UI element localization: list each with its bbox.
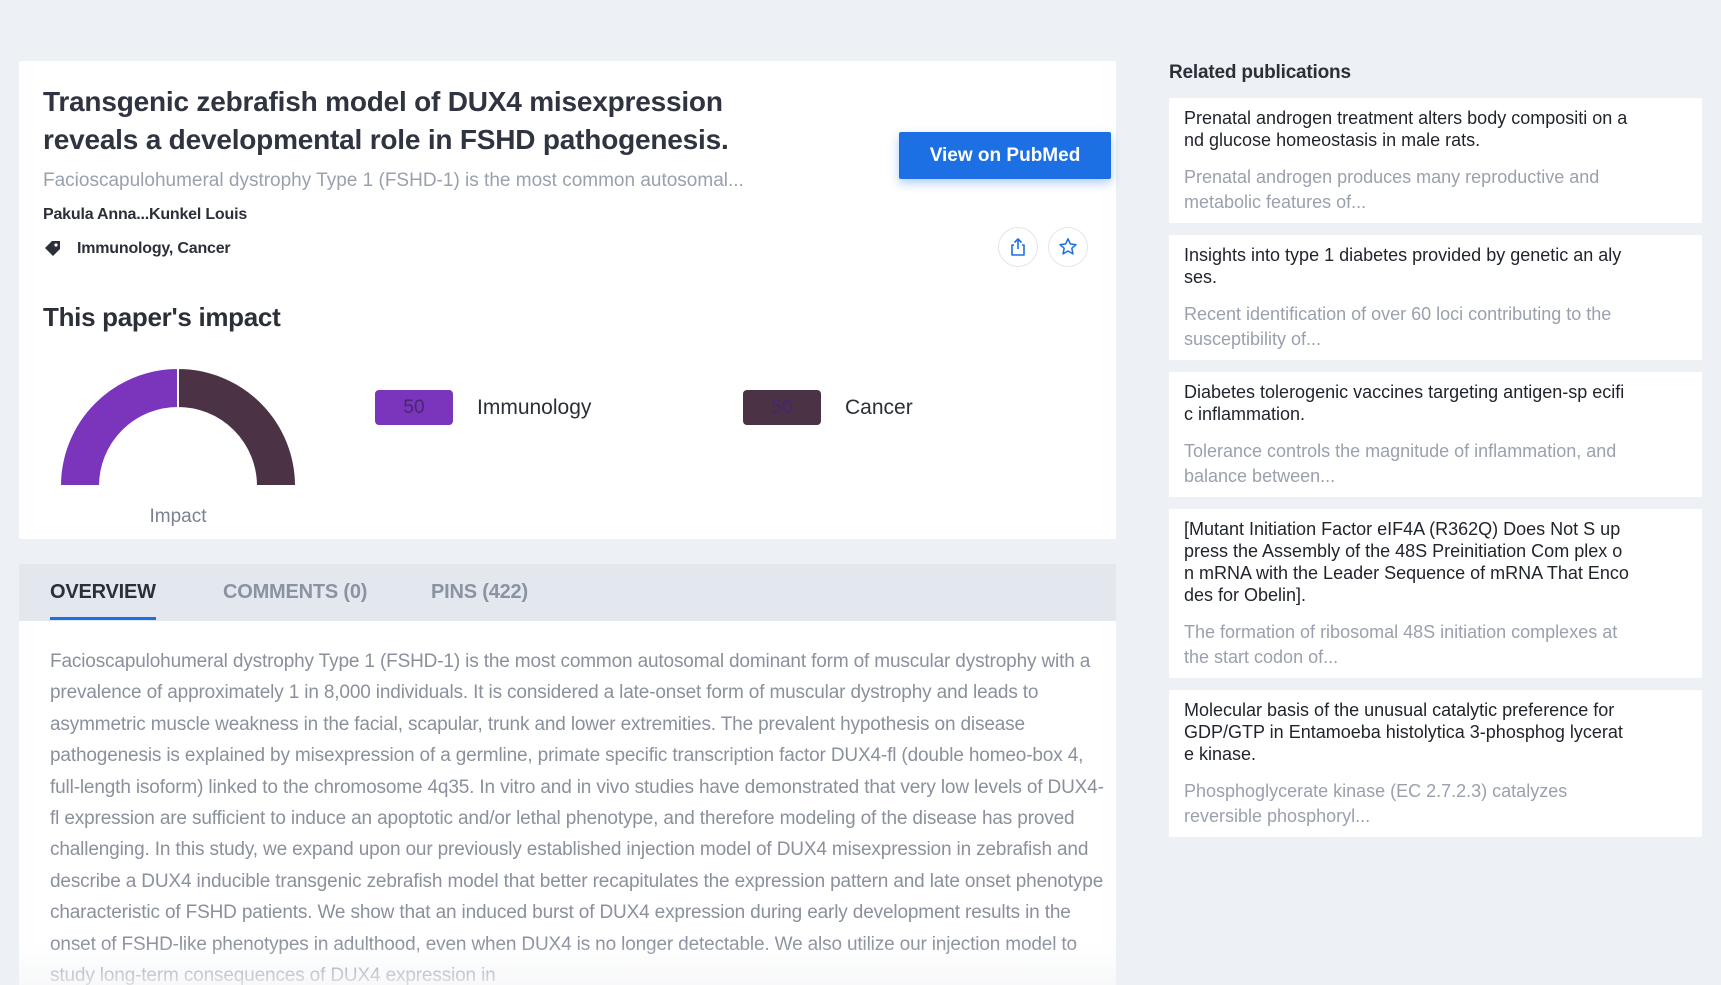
paper-card: Transgenic zebrafish model of DUX4 misex…	[19, 61, 1116, 539]
paper-title: Transgenic zebrafish model of DUX4 misex…	[43, 86, 729, 155]
related-publications-title: Related publications	[1169, 62, 1351, 83]
star-icon	[1059, 238, 1077, 255]
fade-overlay	[19, 941, 1116, 985]
related-publication-snippet: Recent identification of over 60 loci co…	[1184, 304, 1612, 349]
related-publication-snippet: Phosphoglycerate kinase (EC 2.7.2.3) cat…	[1184, 781, 1568, 826]
paper-tags: Immunology, Cancer	[43, 239, 231, 259]
tab-bar: OVERVIEW COMMENTS (0) PINS (422)	[19, 564, 1116, 621]
gauge-label: Impact	[149, 506, 207, 527]
related-publication-snippet: The formation of ribosomal 48S initiatio…	[1184, 622, 1618, 667]
legend-badge-cancer: 50	[743, 390, 821, 425]
related-publication-snippet: Tolerance controls the magnitude of infl…	[1184, 441, 1617, 486]
tag-icon	[43, 239, 63, 259]
paper-tags-text: Immunology, Cancer	[77, 240, 231, 257]
share-button[interactable]	[998, 227, 1038, 267]
tab-comments[interactable]: COMMENTS (0)	[223, 564, 367, 621]
related-publication-card[interactable]: Diabetes tolerogenic vaccines targeting …	[1169, 372, 1702, 497]
related-publication-title[interactable]: [Mutant Initiation Factor eIF4A (R362Q) …	[1184, 518, 1629, 606]
impact-gauge: Impact	[53, 341, 303, 527]
tab-pins[interactable]: PINS (422)	[431, 564, 528, 621]
overview-text: Facioscapulohumeral dystrophy Type 1 (FS…	[50, 651, 1104, 985]
view-on-pubmed-button[interactable]: View on PubMed	[899, 132, 1111, 179]
legend-cancer: 50 Cancer	[743, 390, 913, 425]
legend-label-cancer: Cancer	[845, 395, 913, 419]
gauge-segment-cancer	[177, 366, 298, 487]
related-publication-title[interactable]: Molecular basis of the unusual catalytic…	[1184, 699, 1629, 765]
related-publication-title[interactable]: Diabetes tolerogenic vaccines targeting …	[1184, 381, 1629, 425]
legend-label-immunology: Immunology	[477, 395, 592, 419]
related-publication-card[interactable]: Prenatal androgen treatment alters body …	[1169, 98, 1702, 223]
related-publication-snippet: Prenatal androgen produces many reproduc…	[1184, 167, 1600, 212]
impact-section: This paper's impact Impact 50 Immunology…	[43, 296, 1092, 527]
related-publication-card[interactable]: Insights into type 1 diabetes provided b…	[1169, 235, 1702, 360]
related-publication-card[interactable]: [Mutant Initiation Factor eIF4A (R362Q) …	[1169, 509, 1702, 678]
related-publication-title[interactable]: Insights into type 1 diabetes provided b…	[1184, 244, 1629, 288]
legend-badge-immunology: 50	[375, 390, 453, 425]
tabs-panel: OVERVIEW COMMENTS (0) PINS (422) Faciosc…	[19, 564, 1116, 985]
legend-immunology: 50 Immunology	[375, 390, 591, 425]
publication-page: Transgenic zebrafish model of DUX4 misex…	[0, 0, 1721, 985]
related-publication-title[interactable]: Prenatal androgen treatment alters body …	[1184, 107, 1629, 151]
share-icon	[1011, 238, 1025, 256]
gauge-segment-immunology	[58, 366, 179, 487]
related-publications-list: Prenatal androgen treatment alters body …	[1169, 98, 1702, 849]
tab-overview[interactable]: OVERVIEW	[50, 564, 156, 621]
paper-authors[interactable]: Pakula Anna...Kunkel Louis	[43, 204, 247, 226]
related-publication-card[interactable]: Molecular basis of the unusual catalytic…	[1169, 690, 1702, 837]
paper-abstract-snippet: Facioscapulohumeral dystrophy Type 1 (FS…	[43, 170, 744, 191]
favorite-button[interactable]	[1048, 227, 1088, 267]
impact-title: This paper's impact	[43, 302, 281, 332]
